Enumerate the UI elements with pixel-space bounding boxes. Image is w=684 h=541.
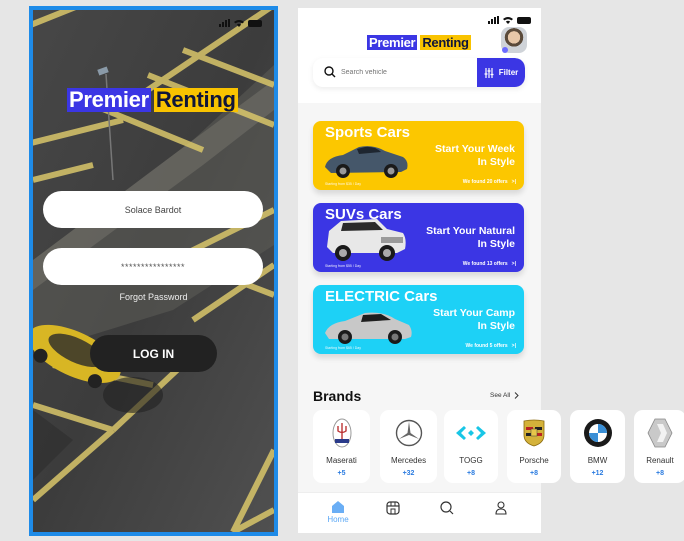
search-icon [324, 66, 336, 78]
profile-icon [495, 501, 507, 515]
slogan-line-1: Start Your Camp [433, 307, 515, 319]
logo-part-premier: Premier [367, 35, 418, 50]
porsche-logo [519, 418, 549, 448]
battery-icon [248, 19, 262, 27]
brand-count: +8 [530, 470, 538, 477]
offers-link[interactable]: We found 20 offers >| [463, 179, 516, 185]
electric-car-image [325, 312, 412, 344]
logo-part-premier: Premier [67, 87, 151, 112]
brand-card-maserati[interactable]: Maserati +5 [313, 410, 370, 483]
tab-search[interactable] [432, 501, 462, 529]
slogan-line-2: In Style [477, 238, 515, 250]
tab-store[interactable] [378, 501, 408, 529]
signal-icon [219, 19, 230, 27]
slogan-line-2: In Style [477, 156, 515, 168]
brand-count: +12 [591, 470, 604, 477]
tab-profile[interactable] [486, 501, 516, 529]
starting-price: Starting from $55 / Day [325, 264, 361, 268]
status-bar [488, 16, 531, 24]
slogan-line-1: Start Your Natural [426, 225, 515, 237]
login-button[interactable]: LOG IN [90, 335, 217, 372]
battery-icon [517, 16, 531, 24]
renault-logo [645, 418, 675, 448]
search-input[interactable] [341, 58, 471, 87]
banner-slogan: Start Your Camp In Style [405, 307, 515, 333]
tab-home-label: Home [327, 515, 349, 524]
filter-button[interactable]: Filter [477, 58, 525, 87]
banner-title: Sports Cars [325, 124, 411, 141]
banner-electric-cars[interactable]: ELECTRIC Cars Start Your Camp In Style S… [313, 285, 524, 354]
wifi-icon [234, 20, 244, 27]
forgot-password-link[interactable]: Forgot Password [33, 292, 274, 302]
bottom-tab-bar: Home [298, 492, 541, 533]
brand-count: +32 [402, 470, 415, 477]
search-bar: Filter [313, 58, 525, 87]
user-avatar[interactable] [501, 27, 527, 53]
logo-part-renting: Renting [420, 35, 471, 50]
sports-car-image [325, 146, 408, 178]
brand-name: BMW [587, 456, 608, 465]
chevron-right-icon [514, 392, 519, 399]
app-logo: Premier Renting [67, 88, 238, 112]
offers-count: We found 20 offers [462, 179, 508, 185]
home-screen: Premier Renting Filter Sports Cars Start… [298, 8, 684, 533]
login-screen: Premier Renting Solace Bardot **********… [29, 6, 278, 536]
online-status-dot [502, 47, 508, 53]
logo-part-renting: Renting [153, 87, 238, 112]
brand-name: TOGG [459, 456, 483, 465]
brand-name: Renault [646, 456, 674, 465]
banner-title: ELECTRIC Cars [325, 288, 438, 305]
brand-count: +5 [337, 470, 346, 477]
starting-price: Starting from $65 / Day [325, 346, 361, 350]
suv-car-image [327, 219, 406, 261]
see-all-label: See All [490, 392, 511, 399]
skip-arrow-icon: >| [511, 261, 516, 267]
mercedes-logo [394, 418, 424, 448]
bmw-logo [583, 418, 613, 448]
banner-slogan: Start Your Week In Style [405, 143, 515, 169]
brand-count: +8 [656, 470, 664, 477]
password-field[interactable]: **************** [43, 248, 263, 285]
brand-card-renault[interactable]: Renault +8 [634, 410, 684, 483]
offers-link[interactable]: We found 5 offers >| [466, 343, 516, 349]
brand-name: Porsche [519, 456, 549, 465]
brand-card-togg[interactable]: TOGG +8 [444, 410, 498, 483]
maserati-logo [327, 418, 357, 448]
status-bar [219, 19, 262, 27]
brand-name: Mercedes [390, 456, 427, 465]
banner-slogan: Start Your Natural In Style [405, 225, 515, 251]
skip-arrow-icon: >| [511, 343, 516, 349]
store-icon [386, 501, 400, 515]
app-logo: Premier Renting [367, 35, 471, 50]
filter-label: Filter [498, 68, 519, 77]
banner-sports-cars[interactable]: Sports Cars Start Your Week In Style Sta… [313, 121, 524, 190]
brand-name: Maserati [326, 456, 357, 465]
brand-card-bmw[interactable]: BMW +12 [570, 410, 625, 483]
banner-suv-cars[interactable]: SUVs Cars Start Your Natural In Style St… [313, 203, 524, 272]
skip-arrow-icon: >| [511, 179, 516, 185]
brand-count: +8 [467, 470, 475, 477]
offers-count: We found 13 offers [462, 261, 508, 267]
sliders-icon [484, 67, 494, 78]
signal-icon [488, 16, 499, 24]
search-icon [440, 501, 454, 515]
starting-price: Starting from $35 / Day [325, 182, 361, 186]
slogan-line-2: In Style [477, 320, 515, 332]
togg-logo [456, 418, 486, 448]
username-field[interactable]: Solace Bardot [43, 191, 263, 228]
offers-count: We found 5 offers [465, 343, 508, 349]
wifi-icon [503, 17, 513, 24]
offers-link[interactable]: We found 13 offers >| [463, 261, 516, 267]
brand-card-mercedes[interactable]: Mercedes +32 [380, 410, 437, 483]
brands-section-title: Brands [313, 388, 362, 404]
brand-card-porsche[interactable]: Porsche +8 [507, 410, 561, 483]
tab-home[interactable]: Home [323, 501, 353, 529]
home-icon [332, 501, 344, 513]
slogan-line-1: Start Your Week [435, 143, 515, 155]
see-all-link[interactable]: See All [490, 392, 519, 399]
